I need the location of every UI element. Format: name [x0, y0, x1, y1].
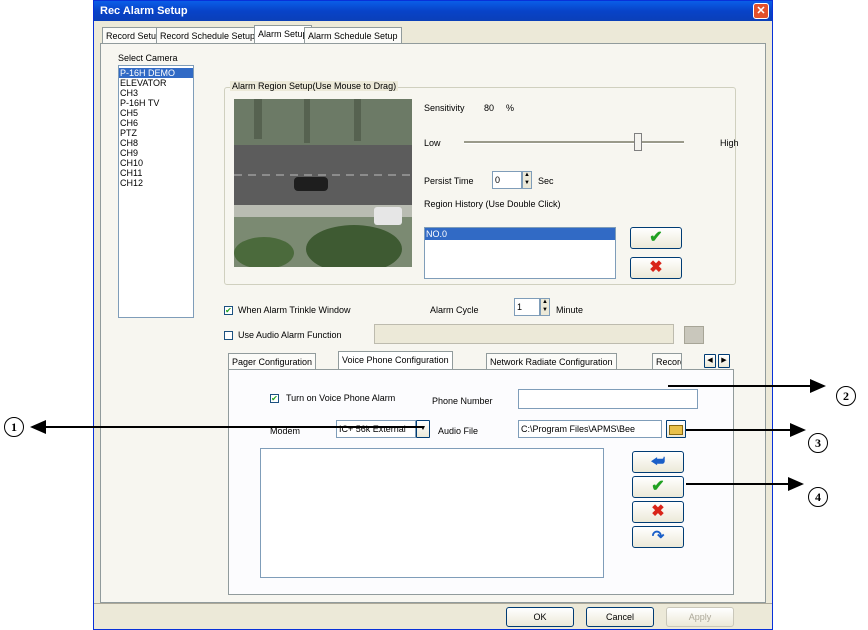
callout-4: 4 [808, 487, 828, 507]
callout-3: 3 [808, 433, 828, 453]
callout-2: 2 [836, 386, 856, 406]
callout-1: 1 [4, 417, 24, 437]
callout-arrows [30, 379, 826, 491]
